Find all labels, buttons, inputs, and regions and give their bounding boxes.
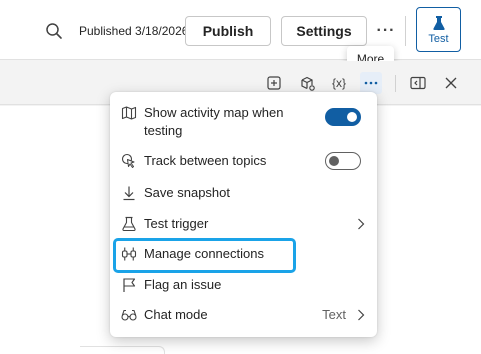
activity-map-toggle[interactable] bbox=[325, 108, 361, 126]
track-topics-toggle[interactable] bbox=[325, 152, 361, 170]
menu-item-activity-map-label-1: Show activity map when bbox=[144, 105, 284, 120]
toggle-knob bbox=[347, 112, 357, 122]
cube-settings-button[interactable] bbox=[296, 72, 318, 94]
settings-cube-icon bbox=[300, 76, 315, 91]
glasses-icon bbox=[121, 307, 137, 323]
more-icon bbox=[364, 81, 378, 85]
panel-icon bbox=[410, 76, 426, 90]
test-button[interactable]: Test bbox=[416, 7, 461, 52]
chevron-right-icon bbox=[355, 308, 367, 322]
menu-item-test-trigger[interactable]: Test trigger bbox=[110, 215, 377, 233]
test-label: Test bbox=[428, 32, 449, 45]
menu-item-activity-map-label-2: testing bbox=[144, 123, 183, 138]
menu-item-chat-mode-label: Chat mode bbox=[144, 307, 208, 322]
pointer-icon bbox=[121, 153, 137, 169]
map-icon bbox=[121, 105, 137, 121]
toolbar-divider bbox=[395, 75, 396, 92]
flag-icon bbox=[121, 277, 137, 293]
menu-item-test-trigger-label: Test trigger bbox=[144, 216, 209, 231]
menu-item-flag-issue[interactable]: Flag an issue bbox=[110, 276, 377, 294]
settings-button[interactable]: Settings bbox=[281, 16, 367, 46]
highlight-box bbox=[113, 238, 296, 273]
toolbar-more-button[interactable] bbox=[360, 72, 382, 94]
close-icon bbox=[445, 77, 457, 89]
publish-button[interactable]: Publish bbox=[185, 16, 271, 46]
add-node-icon bbox=[267, 76, 281, 90]
close-button[interactable] bbox=[440, 72, 462, 94]
more-menu: Show activity map when testing Track bet… bbox=[110, 92, 377, 337]
search-button[interactable] bbox=[42, 19, 66, 43]
search-icon bbox=[46, 23, 62, 39]
header-divider bbox=[405, 16, 406, 46]
top-header: Published 3/18/2026 Publish Settings ···… bbox=[0, 0, 481, 60]
menu-item-save-snapshot-label: Save snapshot bbox=[144, 185, 231, 200]
menu-item-track-topics[interactable]: Track between topics bbox=[110, 152, 377, 170]
menu-item-activity-map[interactable]: Show activity map when testing bbox=[110, 104, 377, 140]
app-window: Published 3/18/2026 Publish Settings ···… bbox=[0, 0, 481, 354]
download-icon bbox=[121, 185, 137, 201]
toggle-knob bbox=[329, 156, 339, 166]
panel-toggle-button[interactable] bbox=[407, 72, 429, 94]
header-more-button[interactable]: ··· bbox=[374, 18, 398, 44]
chat-mode-value: Text bbox=[322, 307, 346, 322]
chevron-right-icon bbox=[355, 217, 367, 231]
menu-item-track-topics-label: Track between topics bbox=[144, 153, 267, 168]
canvas-panel-edge bbox=[80, 346, 165, 354]
flask-icon bbox=[121, 216, 137, 232]
menu-item-flag-issue-label: Flag an issue bbox=[144, 277, 222, 292]
published-status: Published 3/18/2026 bbox=[79, 24, 189, 38]
add-node-button[interactable] bbox=[263, 72, 285, 94]
variables-button[interactable]: {x} bbox=[328, 72, 350, 94]
flask-icon bbox=[432, 15, 445, 30]
menu-item-chat-mode[interactable]: Chat mode Text bbox=[110, 306, 377, 324]
menu-item-save-snapshot[interactable]: Save snapshot bbox=[110, 184, 377, 202]
